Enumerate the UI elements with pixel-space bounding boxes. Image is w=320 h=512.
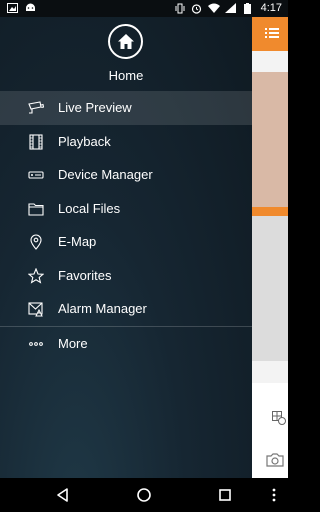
navigation-drawer: Home Live Preview Playback Device Manage… xyxy=(0,17,252,478)
snapshot-camera-icon[interactable] xyxy=(266,453,284,467)
film-strip-icon xyxy=(28,133,44,150)
menu-item-label: Local Files xyxy=(58,200,121,216)
wifi-icon xyxy=(207,3,220,14)
drawer-menu: Live Preview Playback Device Manager Loc… xyxy=(0,91,252,360)
split-screen-icon[interactable] xyxy=(272,411,286,425)
menu-item-label: Alarm Manager xyxy=(58,301,147,316)
folder-icon xyxy=(28,201,44,217)
app-toolbar xyxy=(252,17,288,51)
system-nav-bar xyxy=(0,478,288,512)
menu-item-live-preview[interactable]: Live Preview xyxy=(0,91,252,125)
menu-item-favorites[interactable]: Favorites xyxy=(0,259,252,293)
menu-item-e-map[interactable]: E-Map xyxy=(0,225,252,259)
menu-item-device-manager[interactable]: Device Manager xyxy=(0,158,252,192)
menu-item-label: Live Preview xyxy=(58,100,132,115)
menu-item-alarm-manager[interactable]: Alarm Manager xyxy=(0,292,252,326)
alarm-icon xyxy=(191,3,203,14)
overflow-icon[interactable] xyxy=(266,487,282,503)
cctv-camera-icon xyxy=(28,100,45,116)
menu-item-local-files[interactable]: Local Files xyxy=(0,192,252,226)
android-debug-icon xyxy=(24,2,36,13)
image-notification-icon xyxy=(6,2,18,13)
back-icon[interactable] xyxy=(55,487,71,503)
menu-item-more[interactable]: More xyxy=(0,327,252,361)
background-app-panel[interactable] xyxy=(252,17,288,478)
video-tile[interactable] xyxy=(252,72,288,222)
star-icon xyxy=(27,267,45,284)
menu-item-label: Device Manager xyxy=(58,167,153,182)
alarm-envelope-icon xyxy=(28,301,44,317)
home-title: Home xyxy=(108,68,144,83)
menu-item-label: More xyxy=(58,335,88,351)
status-time: 4:17 xyxy=(260,2,282,14)
list-menu-icon[interactable] xyxy=(265,26,279,45)
battery-icon xyxy=(242,2,254,14)
signal-icon xyxy=(225,3,237,14)
menu-item-label: Playback xyxy=(58,133,111,149)
more-dots-icon xyxy=(28,336,44,352)
device-icon xyxy=(28,167,44,183)
drawer-header[interactable]: Home xyxy=(0,17,252,91)
map-pin-icon xyxy=(28,234,44,250)
vibrate-icon xyxy=(174,3,186,14)
home-nav-icon[interactable] xyxy=(136,487,152,503)
status-bar: 4:17 xyxy=(0,0,288,17)
menu-item-label: Favorites xyxy=(58,267,112,283)
menu-item-label: E-Map xyxy=(58,234,97,249)
recents-icon[interactable] xyxy=(217,487,233,503)
video-tile-empty[interactable] xyxy=(252,216,288,361)
menu-item-playback[interactable]: Playback xyxy=(0,125,252,159)
selection-bar xyxy=(252,207,288,216)
home-icon[interactable] xyxy=(108,24,143,59)
